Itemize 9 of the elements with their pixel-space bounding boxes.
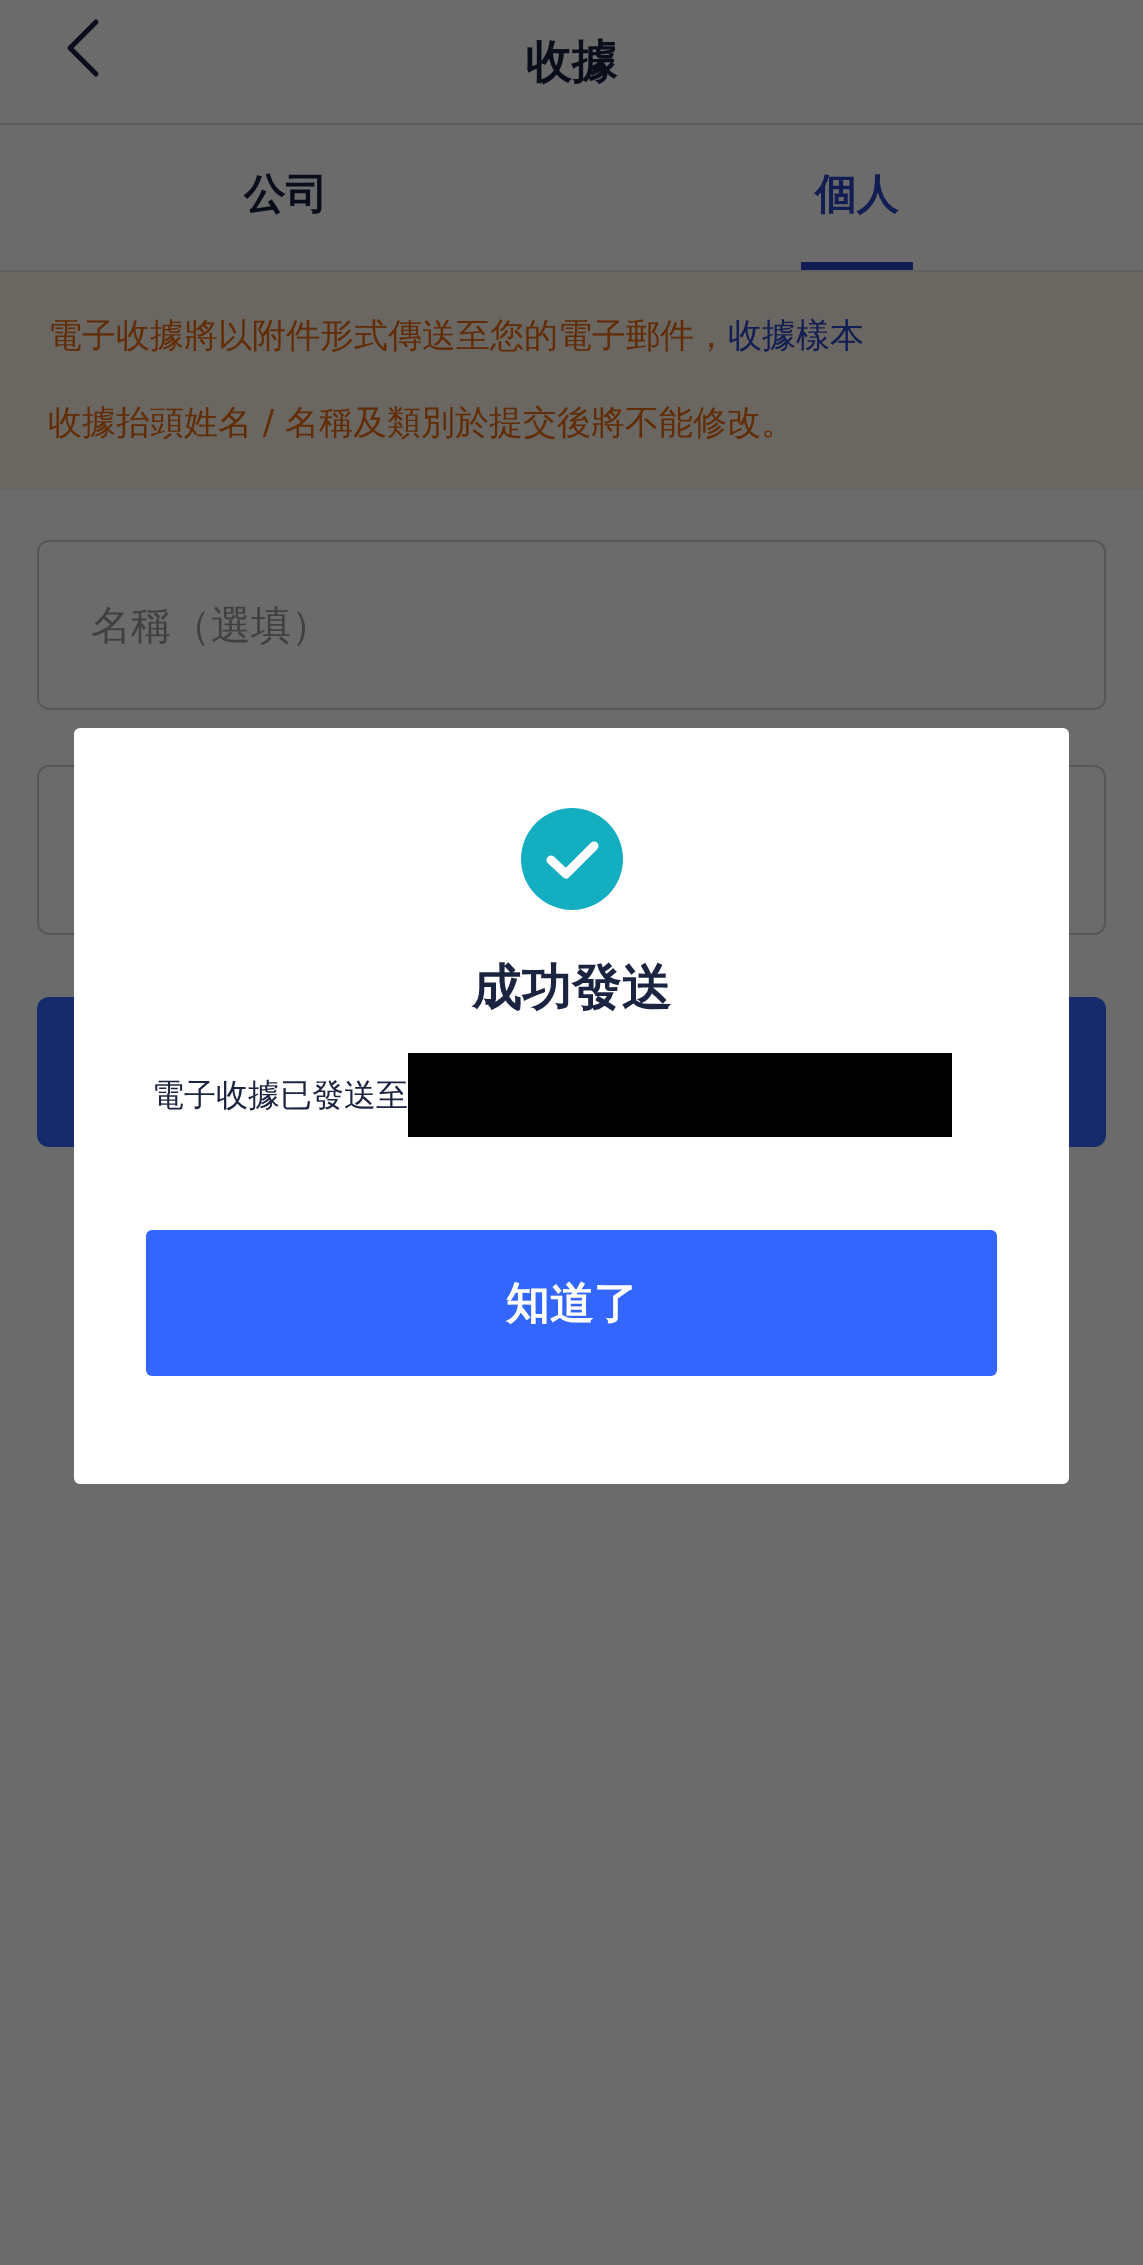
acknowledge-button[interactable]: 知道了 [146,1230,997,1376]
notice-text: 電子收據將以附件形式傳送至您的電子郵件， [48,315,728,355]
sample-link[interactable]: 收據樣本 [728,315,864,355]
page-title: 收據 [525,33,618,90]
notice-text: 收據抬頭姓名 / 名稱及類別於提交後將不能修改。 [48,402,796,442]
tab[interactable]: 公司 [229,125,342,270]
dialog-title: 成功發送 [471,957,672,1018]
check-circle-icon [520,808,623,910]
dialog-message: 電子收據已發送至 [152,1075,408,1116]
